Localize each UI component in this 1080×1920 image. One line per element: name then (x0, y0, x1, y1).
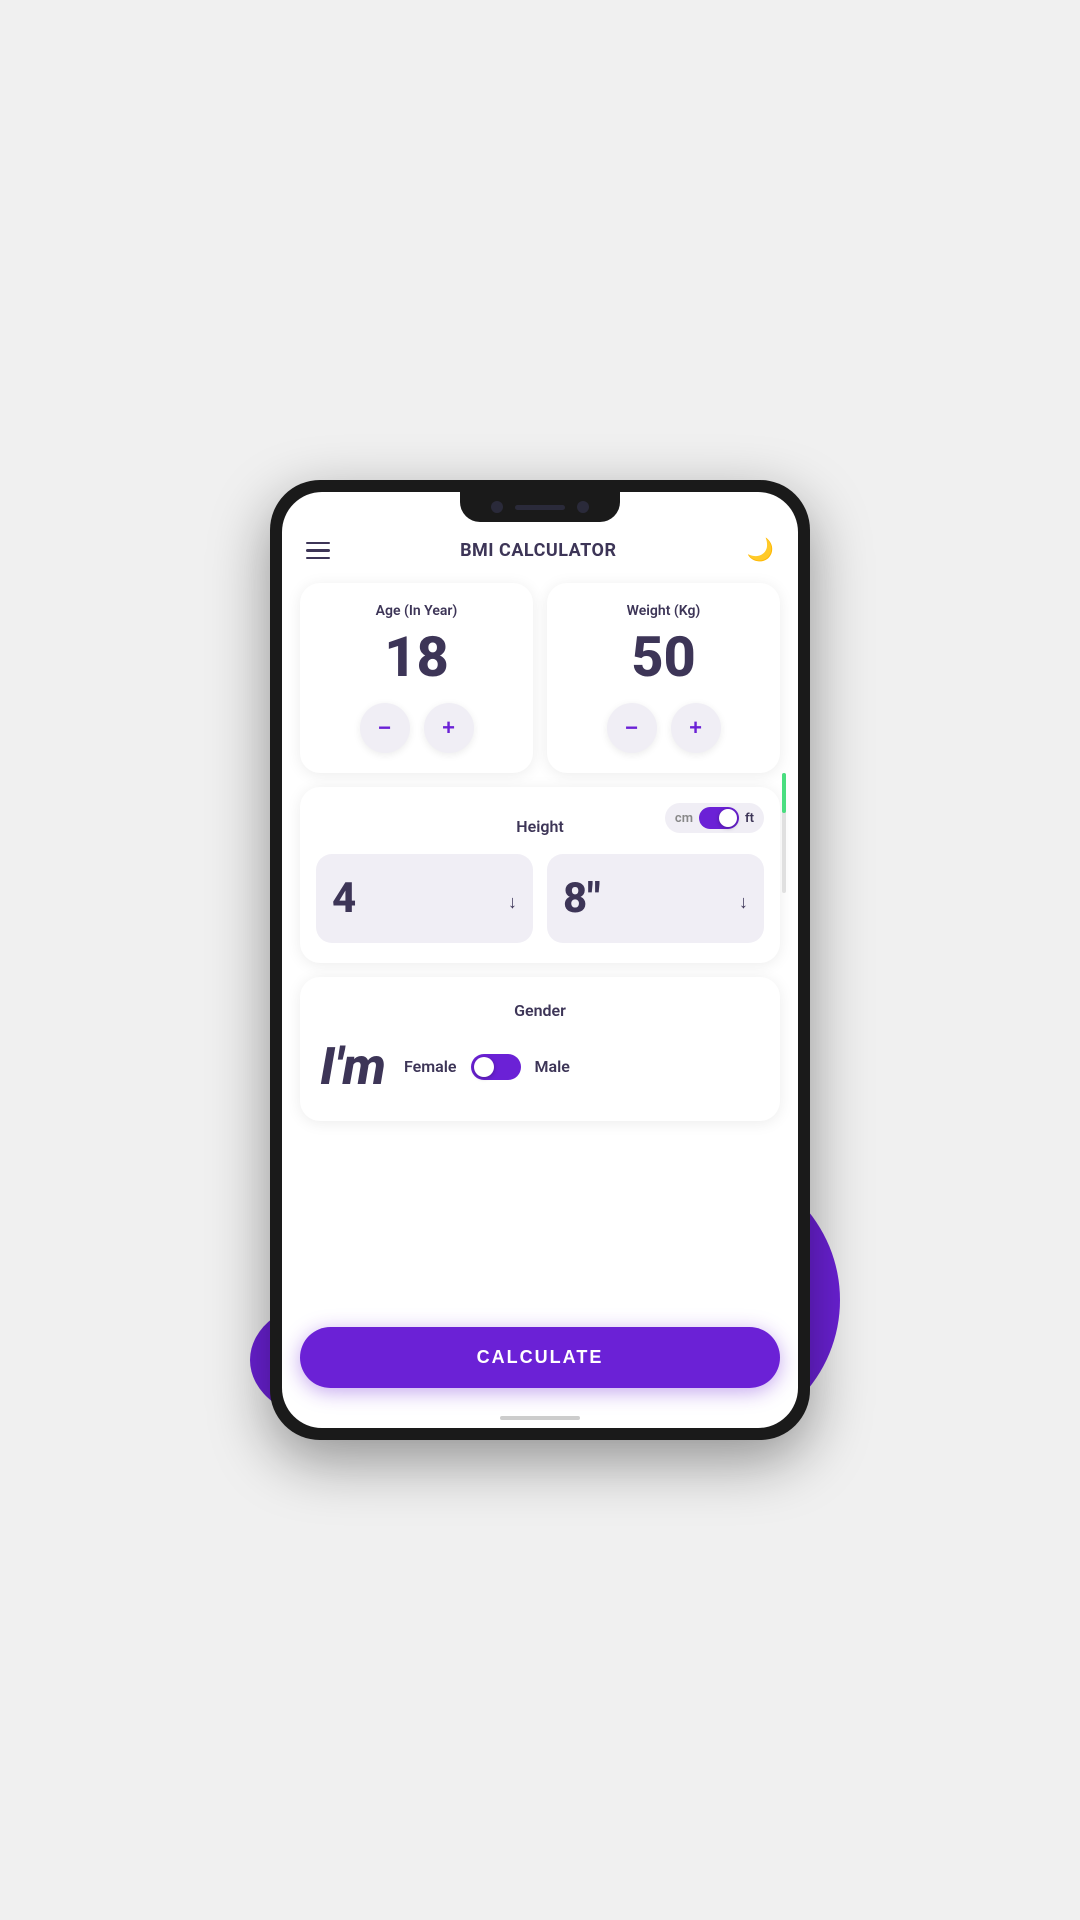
home-indicator (500, 1416, 580, 1420)
female-label: Female (404, 1057, 457, 1076)
header: BMI CALCULATOR 🌙 (282, 522, 798, 573)
top-row: Age (In Year) 18 − + Weight (Kg) 50 (300, 583, 780, 773)
gender-label: Gender (514, 1001, 566, 1020)
feet-value: 4 (332, 874, 356, 923)
hamburger-line-3 (306, 557, 330, 560)
weight-increment-button[interactable]: + (671, 703, 721, 753)
menu-button[interactable] (306, 542, 330, 560)
bottom-bar (282, 1408, 798, 1428)
feet-chevron-icon: ↓ (508, 892, 517, 913)
unit-toggle-pill[interactable]: cm ft (665, 803, 764, 833)
feet-input[interactable]: 4 ↓ (316, 854, 533, 943)
phone-wrapper: BMI CALCULATOR 🌙 Age (In Year) 18 − (270, 480, 810, 1440)
age-value: 18 (384, 629, 449, 685)
height-toggle-knob (719, 809, 737, 827)
inches-chevron-icon: ↓ (739, 892, 748, 913)
inches-input[interactable]: 8" ↓ (547, 854, 764, 943)
height-card: cm ft Height 4 ↓ (300, 787, 780, 963)
gender-toggle-knob (474, 1057, 494, 1077)
weight-value: 50 (631, 629, 696, 685)
phone-frame: BMI CALCULATOR 🌙 Age (In Year) 18 − (270, 480, 810, 1440)
height-inputs: 4 ↓ 8" ↓ (316, 854, 764, 943)
notch-camera-2 (577, 501, 589, 513)
age-increment-button[interactable]: + (424, 703, 474, 753)
scrollbar (782, 773, 786, 893)
theme-toggle-icon[interactable]: 🌙 (747, 538, 774, 563)
hamburger-line-2 (306, 549, 330, 552)
scrollbar-thumb (782, 773, 786, 813)
im-text: I'm (320, 1036, 386, 1097)
notch-camera (491, 501, 503, 513)
gender-toggle-switch[interactable] (471, 1054, 521, 1080)
weight-label: Weight (Kg) (627, 603, 701, 619)
phone-screen: BMI CALCULATOR 🌙 Age (In Year) 18 − (282, 492, 798, 1428)
weight-card: Weight (Kg) 50 − + (547, 583, 780, 773)
calculate-btn-wrapper: CALCULATE (282, 1311, 798, 1408)
cm-label: cm (675, 811, 693, 826)
height-toggle-switch[interactable] (699, 807, 739, 829)
age-controls: − + (360, 703, 474, 753)
cards-area: Age (In Year) 18 − + Weight (Kg) 50 (282, 573, 798, 1311)
inches-value: 8" (563, 874, 601, 923)
male-label: Male (535, 1057, 570, 1076)
age-decrement-button[interactable]: − (360, 703, 410, 753)
calculate-button[interactable]: CALCULATE (300, 1327, 780, 1388)
age-card: Age (In Year) 18 − + (300, 583, 533, 773)
weight-controls: − + (607, 703, 721, 753)
gender-row: I'm Female Male (320, 1036, 760, 1097)
phone-notch (460, 492, 620, 522)
app-title: BMI CALCULATOR (460, 540, 616, 561)
app-content: BMI CALCULATOR 🌙 Age (In Year) 18 − (282, 492, 798, 1428)
height-label: Height (516, 817, 564, 836)
age-label: Age (In Year) (376, 603, 458, 619)
notch-speaker (515, 505, 565, 510)
gender-card: Gender I'm Female Male (300, 977, 780, 1121)
hamburger-line-1 (306, 542, 330, 545)
ft-label: ft (745, 811, 754, 826)
weight-decrement-button[interactable]: − (607, 703, 657, 753)
height-unit-toggle[interactable]: cm ft (665, 803, 764, 833)
